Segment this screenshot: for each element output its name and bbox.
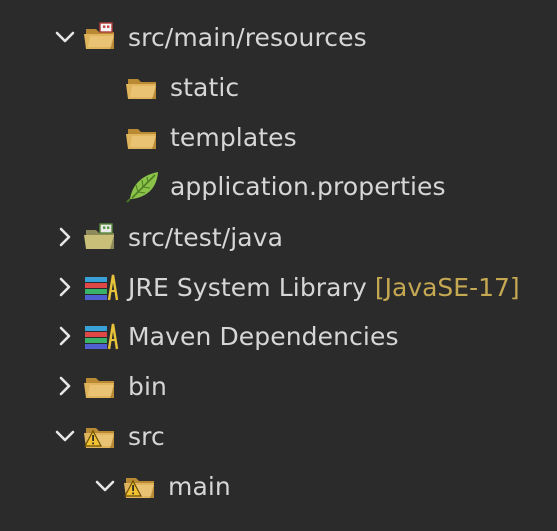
chevron-down-icon[interactable]	[54, 23, 76, 51]
library-icon	[80, 269, 124, 305]
tree-item-application-properties[interactable]: application.properties	[0, 161, 557, 211]
folder-icon	[80, 368, 124, 404]
source-folder-icon	[80, 219, 124, 255]
tree-item-static[interactable]: static	[0, 62, 557, 112]
folder-warning-icon	[120, 468, 164, 504]
chevron-right-icon[interactable]	[54, 273, 76, 301]
tree-item-src[interactable]: src	[0, 411, 557, 461]
tree-item-decoration: [JavaSE-17]	[374, 272, 520, 302]
folder-warning-icon	[80, 418, 124, 454]
tree-item-label: main	[168, 471, 231, 501]
tree-item-resources[interactable]: src/main/resources	[0, 12, 557, 62]
folder-icon	[122, 119, 166, 155]
folder-icon	[122, 69, 166, 105]
library-icon	[80, 318, 124, 354]
tree-item-label: bin	[128, 371, 167, 401]
package-folder-icon	[80, 19, 124, 55]
tree-item-test-java[interactable]: src/test/java	[0, 212, 557, 262]
chevron-right-icon[interactable]	[54, 223, 76, 251]
chevron-right-icon[interactable]	[54, 322, 76, 350]
tree-item-jre-library[interactable]: JRE System Library [JavaSE-17]	[0, 262, 557, 312]
tree-item-label: src	[128, 421, 165, 451]
tree-item-label: src/test/java	[128, 222, 284, 252]
tree-item-templates[interactable]: templates	[0, 112, 557, 162]
properties-file-icon	[122, 168, 166, 204]
tree-item-bin[interactable]: bin	[0, 361, 557, 411]
tree-item-label: static	[170, 72, 240, 102]
chevron-right-icon[interactable]	[54, 372, 76, 400]
chevron-down-icon[interactable]	[54, 422, 76, 450]
tree-item-label: src/main/resources	[128, 22, 367, 52]
tree-item-maven-deps[interactable]: Maven Dependencies	[0, 311, 557, 361]
tree-item-label: Maven Dependencies	[128, 321, 399, 351]
project-explorer-tree: src/main/resources static templates appl…	[0, 0, 557, 531]
tree-item-main[interactable]: main	[0, 461, 557, 511]
chevron-down-icon[interactable]	[94, 472, 116, 500]
tree-item-label: application.properties	[170, 171, 446, 201]
tree-item-label: JRE System Library	[128, 272, 367, 302]
tree-item-label: templates	[170, 122, 297, 152]
